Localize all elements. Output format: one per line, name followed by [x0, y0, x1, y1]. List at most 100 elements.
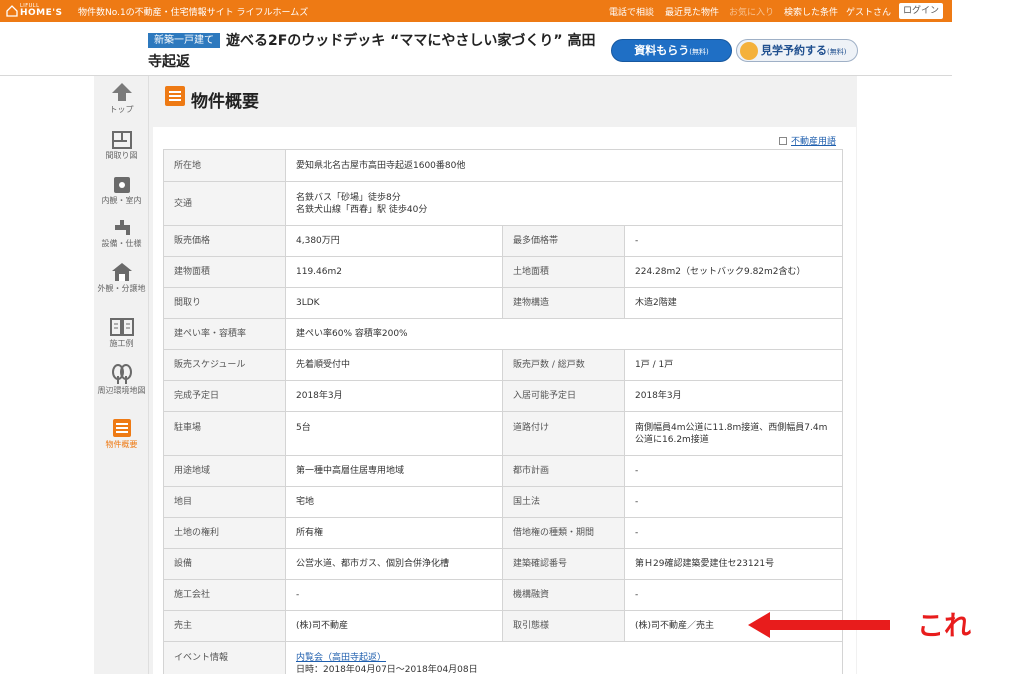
- spec-key: 建築確認番号: [502, 548, 625, 580]
- spec-value: 所有権: [285, 517, 503, 549]
- visit-reservation-label: 見学予約する: [761, 44, 827, 57]
- annotation-arrow-icon: [748, 612, 890, 638]
- request-documents-button[interactable]: 資料もらう(無料): [611, 39, 732, 62]
- site-tagline: 物件数No.1の不動産・住宅情報サイト ライフルホームズ: [78, 8, 309, 18]
- spec-value: -: [624, 486, 843, 518]
- event-link[interactable]: 内覧会（高田寺起返）: [296, 652, 832, 664]
- property-spec-table: 所在地 愛知県北名古屋市高田寺起返1600番80他 交通 名鉄バス「砂場」徒歩8…: [163, 149, 843, 674]
- traffic-line-2: 名鉄犬山線「西春」駅 徒歩40分: [296, 204, 428, 215]
- sidenav-label: 物件概要: [105, 440, 138, 449]
- spec-key: 設備: [163, 548, 286, 580]
- spec-key: 国土法: [502, 486, 625, 518]
- visit-reservation-note: (無料): [827, 48, 847, 56]
- guest-user-label: ゲストさん: [846, 8, 892, 18]
- saved-search-link[interactable]: 検索した条件: [784, 5, 838, 18]
- table-row: 間取り 3LDK 建物構造 木造2階建: [163, 287, 843, 319]
- spec-key: 入居可能予定日: [502, 380, 625, 412]
- table-row: 建ぺい率・容積率 建ぺい率60% 容積率200%: [163, 318, 843, 350]
- logo-main-text: HOME'S: [20, 8, 63, 18]
- spec-value: 4,380万円: [285, 225, 503, 257]
- camera-icon: [113, 177, 130, 193]
- sidenav-item-examples[interactable]: 施工例: [94, 317, 149, 349]
- spec-value: 公営水道、都市ガス、個別合併浄化槽: [285, 548, 503, 580]
- login-button[interactable]: ログイン: [899, 3, 943, 19]
- sidenav-item-interior[interactable]: 内観・室内: [94, 176, 149, 206]
- request-documents-label: 資料もらう: [634, 44, 690, 57]
- sidenav-label: 周辺環境地図: [97, 386, 146, 395]
- glossary-link[interactable]: 不動産用語: [779, 134, 836, 147]
- top-bar: LIFULL HOME'S 物件数No.1の不動産・住宅情報サイト ライフルホー…: [0, 0, 952, 22]
- spec-key: 借地権の種類・期間: [502, 517, 625, 549]
- overview-section-icon: [165, 86, 185, 106]
- sidenav-label: 外観・分譲地: [97, 284, 146, 293]
- floorplan-icon: [111, 131, 132, 149]
- sidenav-label: 設備・仕様: [101, 239, 142, 248]
- spec-value: 2018年3月: [624, 380, 843, 412]
- sidenav-item-neighborhood[interactable]: 周辺環境地図: [94, 364, 149, 396]
- spec-value: -: [624, 517, 843, 549]
- house-icon: [111, 263, 132, 281]
- spec-key: 施工会社: [163, 579, 286, 611]
- sidenav-label: トップ: [109, 105, 134, 114]
- spec-key: 土地の権利: [163, 517, 286, 549]
- spec-key: 取引態様: [502, 610, 625, 642]
- spec-key: 機構融資: [502, 579, 625, 611]
- table-row: 売主 (株)司不動産 取引態様 (株)司不動産／売主: [163, 610, 843, 642]
- sidenav-item-floorplan[interactable]: 間取り図: [94, 131, 149, 161]
- faucet-icon: [114, 220, 130, 235]
- spec-key: 建物構造: [502, 287, 625, 319]
- spec-key: 都市計画: [502, 455, 625, 487]
- side-nav: トップ 間取り図 内観・室内 設備・仕様 外観・分譲地 施工例 周辺環境地図 物…: [94, 76, 149, 674]
- spec-value: 南側幅員4m公道に11.8m接道、西側幅員7.4m公道に16.2m接道: [624, 411, 843, 456]
- sidenav-item-exterior[interactable]: 外観・分譲地: [94, 262, 149, 294]
- visit-reservation-button[interactable]: 見学予約する(無料): [736, 39, 858, 62]
- table-row: 販売スケジュール 先着順受付中 販売戸数 / 総戸数 1戸 / 1戸: [163, 349, 843, 381]
- spec-value: -: [285, 579, 503, 611]
- table-row: 地目 宅地 国土法 -: [163, 486, 843, 518]
- spec-value: 名鉄バス「砂場」徒歩8分 名鉄犬山線「西春」駅 徒歩40分: [285, 181, 843, 226]
- sidenav-item-top[interactable]: トップ: [94, 81, 149, 115]
- spec-value: -: [624, 455, 843, 487]
- spec-value: 3LDK: [285, 287, 503, 319]
- table-row: 用途地域 第一種中高層住居専用地域 都市計画 -: [163, 455, 843, 487]
- favorites-link[interactable]: お気に入り: [729, 5, 774, 18]
- spec-key: 売主: [163, 610, 286, 642]
- property-title-line2: 寺起返: [148, 54, 190, 70]
- spec-key: 建ぺい率・容積率: [163, 318, 286, 350]
- spec-key: 所在地: [163, 149, 286, 182]
- table-row: 所在地 愛知県北名古屋市高田寺起返1600番80他: [163, 149, 843, 182]
- spec-value: 愛知県北名古屋市高田寺起返1600番80他: [285, 149, 843, 182]
- annotation-label: これ: [917, 611, 971, 642]
- glossary-link-label: 不動産用語: [791, 137, 837, 147]
- phone-consult-link[interactable]: 電話で相談: [609, 5, 654, 18]
- logo-mark-icon: [6, 5, 18, 17]
- recent-viewed-link[interactable]: 最近見た物件: [665, 5, 719, 18]
- table-row: 施工会社 - 機構融資 -: [163, 579, 843, 611]
- spec-key: 駐車場: [163, 411, 286, 456]
- spec-value: 224.28m2（セットバック9.82m2含む）: [624, 256, 843, 288]
- spec-value: -: [624, 225, 843, 257]
- request-documents-note: (無料): [689, 48, 709, 56]
- visit-mascot-icon: [740, 42, 758, 60]
- property-header: 新築一戸建て 遊べる2Fのウッドデッキ “ママにやさしい家づくり” 高田 寺起返…: [0, 22, 952, 76]
- site-logo[interactable]: LIFULL HOME'S: [6, 3, 64, 19]
- book-icon: [109, 318, 134, 336]
- spec-value: 内覧会（高田寺起返） 日時：2018年04月07日～2018年04月08日: [285, 641, 843, 674]
- spec-key: 地目: [163, 486, 286, 518]
- sidenav-item-overview[interactable]: 物件概要: [94, 418, 149, 450]
- spec-value: 第一種中高層住居専用地域: [285, 455, 503, 487]
- spec-value: 119.46m2: [285, 256, 503, 288]
- table-row: 設備 公営水道、都市ガス、個別合併浄化槽 建築確認番号 第Ｈ29確認建築愛建住セ…: [163, 548, 843, 580]
- spec-key: 建物面積: [163, 256, 286, 288]
- sidenav-item-equipment[interactable]: 設備・仕様: [94, 219, 149, 249]
- sidenav-label: 施工例: [109, 339, 134, 348]
- spec-value: 宅地: [285, 486, 503, 518]
- spec-value: 第Ｈ29確認建築愛建住セ23121号: [624, 548, 843, 580]
- table-row: 建物面積 119.46m2 土地面積 224.28m2（セットバック9.82m2…: [163, 256, 843, 288]
- spec-key: 完成予定日: [163, 380, 286, 412]
- spec-key: イベント情報: [163, 641, 286, 674]
- traffic-line-1: 名鉄バス「砂場」徒歩8分: [296, 192, 401, 203]
- table-row: 完成予定日 2018年3月 入居可能予定日 2018年3月: [163, 380, 843, 412]
- spec-value: 1戸 / 1戸: [624, 349, 843, 381]
- spec-key: 最多価格帯: [502, 225, 625, 257]
